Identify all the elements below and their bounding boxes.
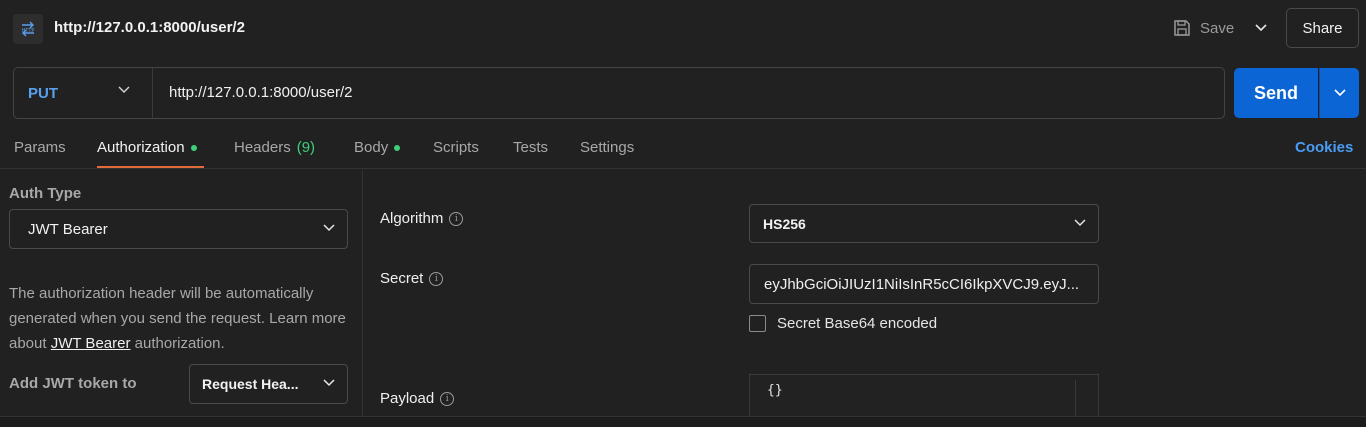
cookies-link[interactable]: Cookies: [1295, 139, 1353, 156]
share-button[interactable]: Share: [1286, 8, 1359, 48]
payload-label-text: Payload: [380, 390, 435, 407]
secret-label-text: Secret: [380, 270, 424, 287]
tab-label: Tests: [513, 139, 549, 156]
request-tabs: Params Authorization Headers (9) Body Sc…: [0, 128, 1366, 169]
method-select[interactable]: PUT: [14, 68, 153, 118]
send-button[interactable]: Send: [1234, 68, 1318, 118]
save-label: Save: [1200, 19, 1235, 37]
chevron-down-icon: [1333, 89, 1346, 97]
send-options-button[interactable]: [1319, 68, 1359, 118]
base64-label: Secret Base64 encoded: [777, 315, 938, 332]
status-dot: [190, 144, 197, 151]
payload-label: Payload i: [380, 390, 455, 407]
headers-count: (9): [296, 139, 316, 156]
payload-value: {}: [767, 383, 783, 398]
chevron-down-icon: [1255, 24, 1267, 32]
secret-label: Secret i: [380, 270, 444, 287]
algorithm-value: HS256: [763, 215, 806, 232]
secret-value: eyJhbGciOiJIUzI1NiIsInR5cCI6IkpXVCJ9.eyJ…: [764, 275, 1080, 293]
tab-headers[interactable]: Headers (9): [234, 139, 315, 156]
tab-label: Body: [354, 139, 389, 156]
add-token-label: Add JWT token to: [9, 375, 137, 392]
http-icon: HTTP: [13, 14, 43, 44]
auth-type-pane: Auth Type JWT Bearer The authorization h…: [0, 170, 363, 427]
auth-type-select[interactable]: JWT Bearer: [9, 209, 348, 249]
tab-tests[interactable]: Tests: [513, 139, 548, 156]
auth-desc-text-end: authorization.: [130, 335, 225, 352]
tab-label: Headers: [234, 139, 291, 156]
jwt-bearer-link[interactable]: JWT Bearer: [51, 335, 131, 352]
algorithm-label: Algorithm i: [380, 210, 464, 227]
add-token-value: Request Hea...: [202, 376, 299, 392]
svg-text:HTTP: HTTP: [22, 28, 35, 34]
url-bar: PUT http://127.0.0.1:8000/user/2: [13, 67, 1225, 119]
tab-authorization[interactable]: Authorization: [97, 139, 197, 156]
info-icon[interactable]: i: [429, 271, 444, 286]
status-dot: [394, 144, 401, 151]
auth-type-value: JWT Bearer: [28, 220, 108, 238]
auth-description: The authorization header will be automat…: [9, 281, 349, 356]
chevron-down-icon: [323, 224, 335, 232]
auth-type-label: Auth Type: [9, 185, 82, 202]
save-icon: [1174, 20, 1190, 36]
base64-option: Secret Base64 encoded: [749, 315, 937, 332]
info-icon[interactable]: i: [440, 391, 455, 406]
algorithm-label-text: Algorithm: [380, 210, 444, 227]
tab-scripts[interactable]: Scripts: [433, 139, 479, 156]
algorithm-select[interactable]: HS256: [749, 204, 1099, 243]
jwt-config-pane: Algorithm i HS256 Secret i eyJhbGciOiJIU…: [364, 170, 1366, 427]
tab-label: Authorization: [97, 139, 185, 156]
save-options-button[interactable]: [1246, 14, 1276, 42]
tab-label: Params: [14, 139, 66, 156]
base64-checkbox[interactable]: [749, 315, 766, 332]
chevron-down-icon: [323, 379, 335, 387]
secret-input[interactable]: eyJhbGciOiJIUzI1NiIsInR5cCI6IkpXVCJ9.eyJ…: [749, 264, 1099, 304]
save-button[interactable]: Save: [1172, 16, 1234, 40]
info-icon[interactable]: i: [449, 211, 464, 226]
request-title[interactable]: http://127.0.0.1:8000/user/2: [54, 19, 245, 36]
add-token-select[interactable]: Request Hea...: [189, 364, 348, 404]
active-tab-indicator: [97, 166, 204, 168]
url-input[interactable]: http://127.0.0.1:8000/user/2: [169, 84, 352, 101]
tab-label: Scripts: [433, 139, 479, 156]
tab-body[interactable]: Body: [354, 139, 401, 156]
chevron-down-icon: [118, 86, 130, 94]
chevron-down-icon: [1074, 218, 1086, 226]
tab-params[interactable]: Params: [14, 139, 66, 156]
method-label: PUT: [28, 84, 58, 102]
tab-label: Settings: [580, 139, 635, 156]
request-header: HTTP http://127.0.0.1:8000/user/2 Save S…: [0, 0, 1366, 56]
status-bar: [0, 416, 1366, 427]
tab-settings[interactable]: Settings: [580, 139, 634, 156]
